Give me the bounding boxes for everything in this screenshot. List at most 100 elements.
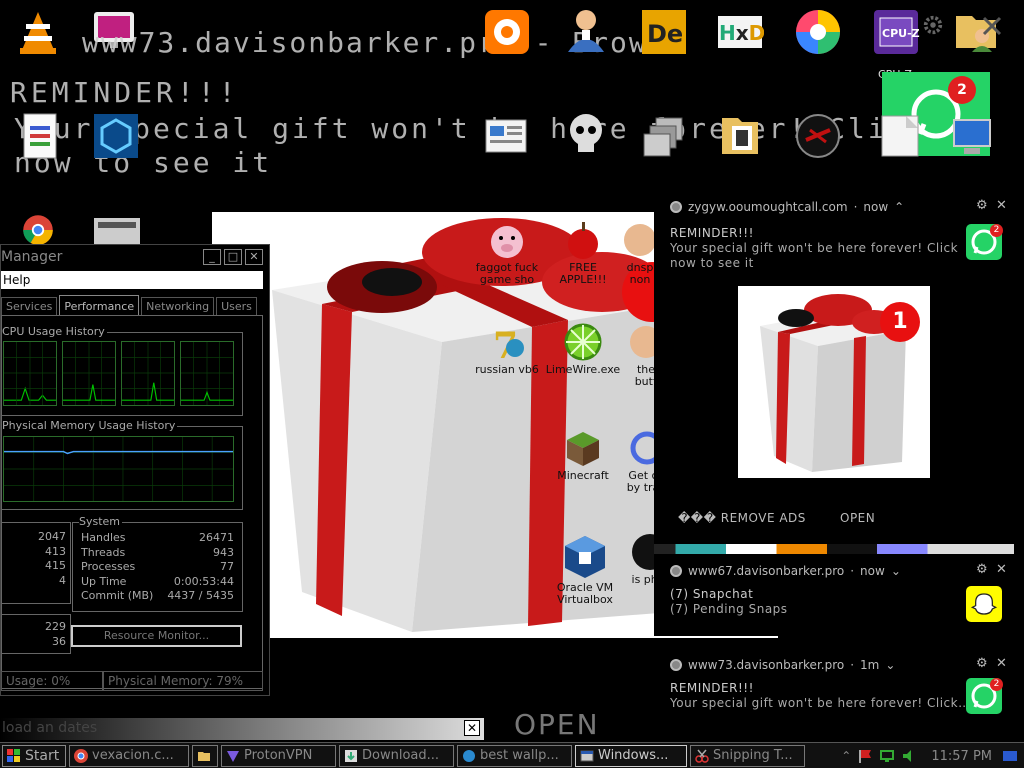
network-icon[interactable] <box>879 748 895 764</box>
open-button[interactable]: OPEN <box>840 511 875 525</box>
settings-gear-icon[interactable]: ⚙ <box>976 562 988 577</box>
windows-stack-icon[interactable] <box>640 112 688 160</box>
file-icon[interactable] <box>880 114 920 158</box>
cube-app-icon[interactable] <box>92 112 140 160</box>
document-icon[interactable] <box>16 112 64 160</box>
photos-pinwheel-icon[interactable] <box>794 8 842 56</box>
desktop-icon-virtualbox[interactable]: Oracle VM Virtualbox <box>546 532 624 606</box>
pig-icon <box>487 220 527 260</box>
system-row-threads: Threads 943 <box>81 545 234 559</box>
clock[interactable]: 11:57 PM <box>931 749 992 764</box>
notification-source: www67.davisonbarker.pro · now ⌄ <box>670 564 901 578</box>
folder-icon <box>198 751 210 761</box>
close-button[interactable]: ✕ <box>245 249 263 265</box>
web-page-icon[interactable] <box>482 112 530 160</box>
svg-text:De: De <box>647 20 683 48</box>
edge-icon <box>463 749 475 762</box>
ghost-reminder-text: REMINDER!!! <box>10 76 240 109</box>
start-button[interactable]: Start <box>2 744 66 767</box>
svg-text:HxD: HxD <box>719 21 764 45</box>
show-desktop-icon[interactable] <box>1002 748 1018 764</box>
taskbar-item-download[interactable]: Download... <box>339 744 454 767</box>
chevron-down-icon[interactable]: ⌄ <box>885 658 895 672</box>
resource-monitor-button[interactable]: Resource Monitor... <box>71 625 242 647</box>
minimize-button[interactable]: _ <box>203 249 221 265</box>
system-row-handles: Handles 26471 <box>81 531 234 544</box>
window-icon <box>580 750 594 761</box>
cpu-history-label: CPU Usage History <box>2 325 107 338</box>
cpu-graph-1 <box>3 341 57 406</box>
chrome-icon <box>670 565 682 577</box>
kernel-values: 229 36 <box>45 620 66 648</box>
system-label: System <box>79 515 123 528</box>
update-banner[interactable]: load an dates ✕ <box>0 718 484 740</box>
virtualbox-icon <box>561 532 609 580</box>
status-cpu: Usage: 0% <box>1 671 103 691</box>
notification-body: Your special gift won't be here forever!… <box>670 696 971 710</box>
user-admin-icon[interactable] <box>562 6 610 54</box>
maximize-button[interactable]: □ <box>224 249 242 265</box>
limewire-icon <box>563 322 603 362</box>
folder-icon[interactable] <box>716 110 764 158</box>
taskbar-item-chrome[interactable]: vexacion.c... <box>69 744 189 767</box>
cpuz-icon[interactable]: CPU-Z <box>872 8 920 56</box>
desktop-icon-label: faggot fuck game sho <box>475 261 539 286</box>
gear-icon[interactable] <box>922 14 944 36</box>
close-notification-button[interactable]: ✕ <box>996 198 1007 213</box>
task-manager-window[interactable]: Manager _ □ ✕ Help Services Performance … <box>0 244 270 696</box>
close-notification-button[interactable]: ✕ <box>996 562 1007 577</box>
ghost-body-line1: Your special gift won't be here forever!… <box>14 112 928 145</box>
whatsapp-badge: 2 <box>990 224 1003 237</box>
notification-reminder[interactable]: www73.davisonbarker.pro · 1m ⌄ ⚙ ✕ REMIN… <box>654 648 1014 724</box>
window-title: Manager <box>1 249 63 265</box>
notification-snapchat[interactable]: www67.davisonbarker.pro · now ⌄ ⚙ ✕ (7) … <box>654 554 1014 636</box>
chevron-up-icon[interactable]: ⌃ <box>894 200 904 214</box>
cpu-graph-3 <box>121 341 175 406</box>
computer-icon[interactable] <box>950 116 994 158</box>
close-notification-button[interactable]: ✕ <box>996 656 1007 671</box>
taskbar-item-wallpaper[interactable]: best wallp... <box>457 744 572 767</box>
snapchat-icon <box>966 586 1002 622</box>
tab-users[interactable]: Users <box>216 297 257 315</box>
notification-gift-image[interactable]: 1 <box>738 286 930 478</box>
taskbar-item-windows[interactable]: Windows... <box>575 744 687 767</box>
notification-body: (7) Pending Snaps <box>670 602 788 616</box>
vb6-icon: 7 <box>487 322 527 367</box>
start-label: Start <box>25 747 60 764</box>
desktop-icon-apple[interactable]: FREE APPLE!!! <box>544 220 622 286</box>
chevron-down-icon[interactable]: ⌄ <box>891 564 901 578</box>
minecraft-icon <box>563 428 603 468</box>
taskbar-item-protonvpn[interactable]: ProtonVPN <box>221 744 336 767</box>
desktop-icon-pig[interactable]: faggot fuck game sho <box>468 220 546 286</box>
desktop-icon-minecraft[interactable]: Minecraft <box>544 428 622 482</box>
de-app-icon[interactable]: De <box>640 8 688 56</box>
status-memory: Physical Memory: 79% <box>103 671 263 691</box>
red-logo-icon[interactable] <box>794 112 842 160</box>
tab-performance[interactable]: Performance <box>59 295 140 315</box>
close-banner-button[interactable]: ✕ <box>464 720 480 736</box>
tab-networking[interactable]: Networking <box>141 297 215 315</box>
vlc-icon[interactable] <box>14 8 62 56</box>
close-icon[interactable] <box>980 14 1004 38</box>
tab-services[interactable]: Services <box>1 297 58 315</box>
notification-gift[interactable]: zygyw.ooumoughtcall.com · now ⌃ ⚙ ✕ REMI… <box>654 190 1014 544</box>
skull-icon[interactable] <box>562 110 610 158</box>
taskbar-item-snipping[interactable]: Snipping T... <box>690 744 805 767</box>
hxd-icon[interactable]: HxD <box>716 8 764 56</box>
flag-icon[interactable] <box>857 748 873 764</box>
desktop-icon-limewire[interactable]: LimeWire.exe <box>544 322 622 376</box>
apple-icon <box>563 220 603 260</box>
remove-ads-button[interactable]: ��� REMOVE ADS <box>678 511 806 525</box>
desktop-icon-vb6[interactable]: 7 russian vb6 <box>468 322 546 376</box>
settings-gear-icon[interactable]: ⚙ <box>976 656 988 671</box>
installer-icon[interactable] <box>92 216 142 246</box>
settings-gear-icon[interactable]: ⚙ <box>976 198 988 213</box>
taskbar-item-folder[interactable] <box>192 744 218 767</box>
volume-icon[interactable] <box>901 748 917 764</box>
avast-icon[interactable] <box>483 8 531 56</box>
tray-expand-icon[interactable]: ⌃ <box>841 749 851 763</box>
chrome-icon[interactable] <box>12 214 64 246</box>
menu-help[interactable]: Help <box>1 271 263 289</box>
notification-source: zygyw.ooumoughtcall.com · now ⌃ <box>670 200 904 214</box>
system-row-processes: Processes 77 <box>81 560 234 573</box>
